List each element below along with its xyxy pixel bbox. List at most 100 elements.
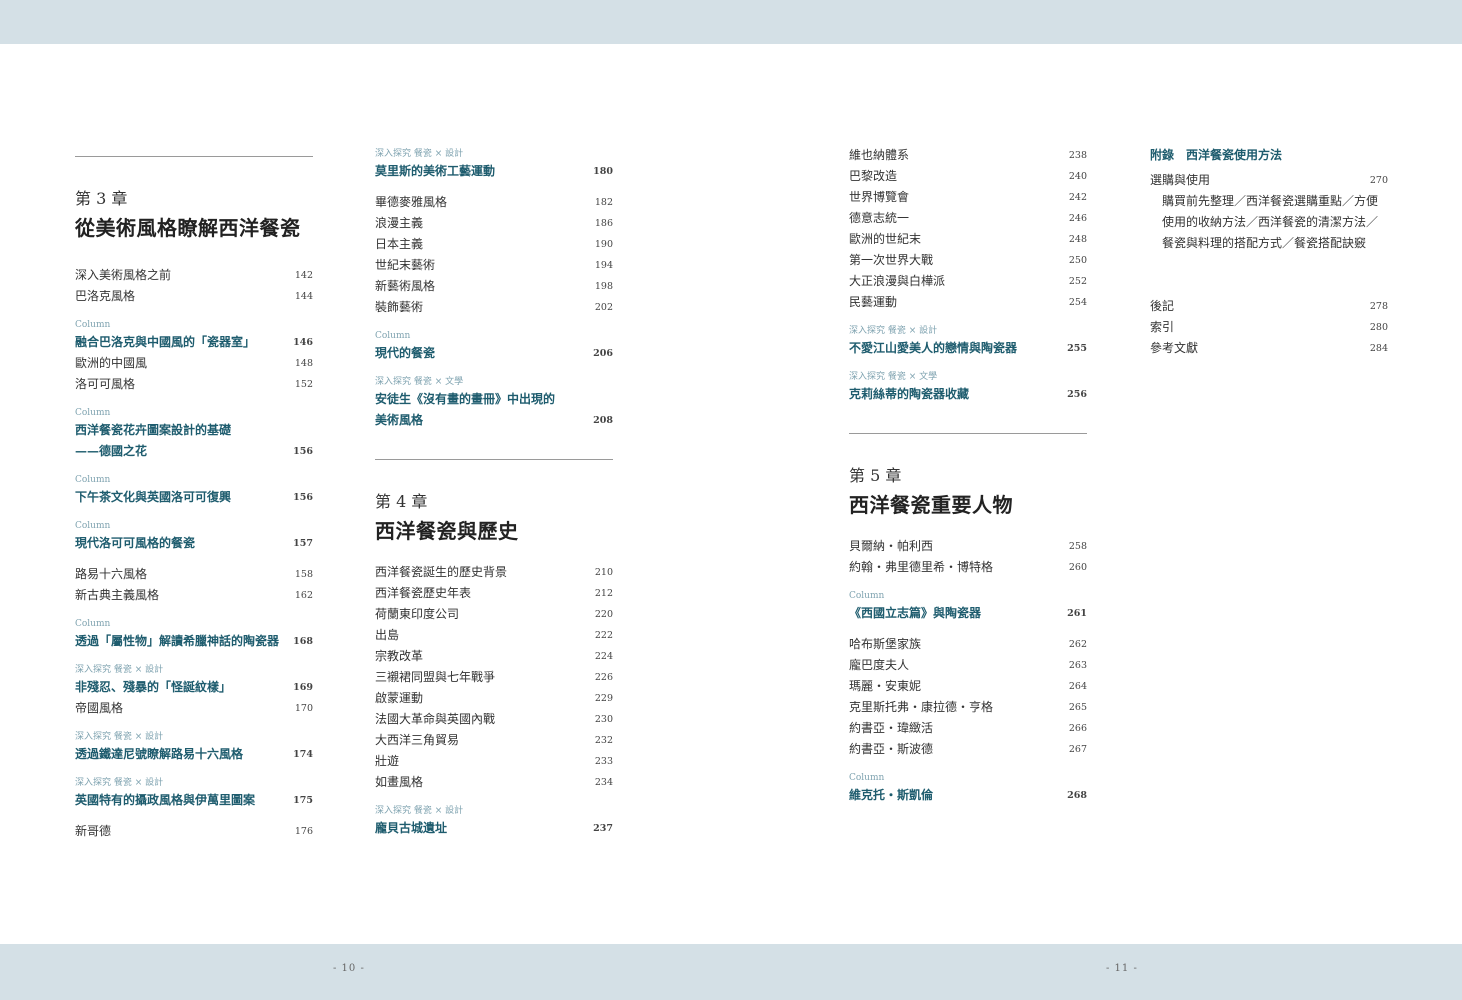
toc-list: 後記 278 索引 280 參考文獻 284 — [1150, 296, 1388, 359]
toc-entry[interactable]: 新藝術風格 198 — [375, 276, 613, 297]
entry-title: 巴黎改造 — [849, 169, 898, 183]
entry-title: 世紀末藝術 — [375, 258, 436, 272]
toc-entry[interactable]: 如畫風格 234 — [375, 772, 613, 793]
page-number: 182 — [594, 197, 613, 208]
entry-title: 莫里斯的美術工藝運動 — [375, 164, 496, 178]
page-number: 212 — [594, 588, 613, 599]
toc-entry[interactable]: 巴黎改造 240 — [849, 166, 1087, 187]
page-number: 142 — [294, 270, 313, 281]
entry-title: 洛可可風格 — [75, 377, 136, 391]
toc-entry[interactable]: 透過「屬性物」解讀希臘神話的陶瓷器 168 — [75, 631, 313, 652]
page-number: 229 — [594, 693, 613, 704]
toc-entry[interactable]: 美術風格 208 — [375, 410, 613, 431]
toc-entry[interactable]: 維克托・斯凱倫 268 — [849, 785, 1087, 806]
page-number: 232 — [594, 735, 613, 746]
entry-title: 克莉絲蒂的陶瓷器收藏 — [849, 387, 970, 401]
toc-entry[interactable]: 浪漫主義 186 — [375, 213, 613, 234]
toc-entry[interactable]: ——德國之花 156 — [75, 441, 313, 462]
toc-entry[interactable]: 維也納體系 238 — [849, 145, 1087, 166]
toc-entry[interactable]: 克莉絲蒂的陶瓷器收藏 256 — [849, 384, 1087, 405]
toc-entry[interactable]: 不愛江山愛美人的戀情與陶瓷器 255 — [849, 338, 1087, 359]
toc-entry[interactable]: 世界博覽會 242 — [849, 187, 1087, 208]
toc-entry[interactable]: 約書亞・瑋緻活 266 — [849, 718, 1087, 739]
toc-entry[interactable]: 啟蒙運動 229 — [375, 688, 613, 709]
toc-entry[interactable]: 宗教改革 224 — [375, 646, 613, 667]
toc-entry[interactable]: 下午茶文化與英國洛可可復興 156 — [75, 487, 313, 508]
page-number: 202 — [594, 302, 613, 313]
toc-entry[interactable]: 荷蘭東印度公司 220 — [375, 604, 613, 625]
entry-title: 出島 — [375, 628, 400, 642]
toc-entry[interactable]: 瑪麗・安東妮 264 — [849, 676, 1087, 697]
toc-entry[interactable]: 壯遊 233 — [375, 751, 613, 772]
toc-entry[interactable]: 現代洛可可風格的餐瓷 157 — [75, 533, 313, 554]
toc-entry[interactable]: 哈布斯堡家族 262 — [849, 634, 1087, 655]
page-number: 262 — [1068, 639, 1087, 650]
toc-entry[interactable]: 巴洛克風格 144 — [75, 286, 313, 307]
toc-entry[interactable]: 新古典主義風格 162 — [75, 585, 313, 606]
toc-entry[interactable]: 英國特有的攝政風格與伊萬里圖案 175 — [75, 790, 313, 811]
toc-entry[interactable]: 德意志統一 246 — [849, 208, 1087, 229]
page-number: 246 — [1068, 213, 1087, 224]
toc-entry[interactable]: 畢德麥雅風格 182 — [375, 192, 613, 213]
entry-title: 深入美術風格之前 — [75, 268, 172, 282]
toc-column-3: 維也納體系 238 巴黎改造 240 世界博覽會 242 德意志統一 246 歐洲的世紀末 248… — [849, 145, 1087, 806]
entry-title: 新哥德 — [75, 824, 112, 838]
page-number: 194 — [594, 260, 613, 271]
entry-title: 約書亞・瑋緻活 — [849, 721, 934, 735]
entry-title: 裝飾藝術 — [375, 300, 424, 314]
entry-title: 帝國風格 — [75, 701, 124, 715]
toc-entry[interactable]: 非殘忍、殘暴的「怪誕紋樣」 169 — [75, 677, 313, 698]
appendix-entry[interactable]: 選購與使用 270 — [1150, 170, 1388, 191]
toc-entry-line1[interactable]: 西洋餐瓷花卉圖案設計的基礎 — [75, 420, 313, 441]
toc-entry[interactable]: 現代的餐瓷 206 — [375, 343, 613, 364]
toc-entry[interactable]: 索引 280 — [1150, 317, 1388, 338]
toc-entry[interactable]: 法國大革命與英國內戰 230 — [375, 709, 613, 730]
toc-entry[interactable]: 世紀末藝術 194 — [375, 255, 613, 276]
toc-entry[interactable]: 民藝運動 254 — [849, 292, 1087, 313]
toc-entry[interactable]: 路易十六風格 158 — [75, 564, 313, 585]
toc-entry[interactable]: 西洋餐瓷誕生的歷史背景 210 — [375, 562, 613, 583]
toc-entry[interactable]: 第一次世界大戰 250 — [849, 250, 1087, 271]
toc-entry[interactable]: 《西國立志篇》與陶瓷器 261 — [849, 603, 1087, 624]
toc-entry[interactable]: 後記 278 — [1150, 296, 1388, 317]
section-label: Column — [849, 773, 885, 783]
toc-entry[interactable]: 龐巴度夫人 263 — [849, 655, 1087, 676]
toc-entry[interactable]: 出島 222 — [375, 625, 613, 646]
toc-entry-line1[interactable]: 安徒生《沒有畫的畫冊》中出現的 — [375, 389, 613, 410]
toc-entry[interactable]: 洛可可風格 152 — [75, 374, 313, 395]
entry-title: 畢德麥雅風格 — [375, 195, 448, 209]
chapter-title: 西洋餐瓷與歷史 — [375, 519, 519, 543]
chapter-number: 第 3 章 — [75, 189, 128, 208]
toc-entry[interactable]: 深入美術風格之前 142 — [75, 265, 313, 286]
page-number: 146 — [293, 337, 313, 348]
entry-title: 維也納體系 — [849, 148, 910, 162]
toc-entry[interactable]: 莫里斯的美術工藝運動 180 — [375, 161, 613, 182]
toc-entry[interactable]: 透過鐵達尼號瞭解路易十六風格 174 — [75, 744, 313, 765]
toc-entry[interactable]: 新哥德 176 — [75, 821, 313, 842]
toc-entry[interactable]: 約翰・弗里德里希・博特格 260 — [849, 557, 1087, 578]
page-number: 210 — [594, 567, 613, 578]
toc-entry[interactable]: 歐洲的中國風 148 — [75, 353, 313, 374]
toc-entry[interactable]: 大正浪漫與白樺派 252 — [849, 271, 1087, 292]
toc-entry[interactable]: 大西洋三角貿易 232 — [375, 730, 613, 751]
toc-entry[interactable]: 克里斯托弗・康拉德・亨格 265 — [849, 697, 1087, 718]
toc-entry[interactable]: 融合巴洛克與中國風的「瓷器室」 146 — [75, 332, 313, 353]
page-number: 248 — [1068, 234, 1087, 245]
entry-title: 克里斯托弗・康拉德・亨格 — [849, 700, 994, 714]
page-number: 233 — [594, 756, 613, 767]
toc-entry[interactable]: 帝國風格 170 — [75, 698, 313, 719]
entry-title: 透過「屬性物」解讀希臘神話的陶瓷器 — [75, 634, 280, 648]
toc-entry[interactable]: 西洋餐瓷歷史年表 212 — [375, 583, 613, 604]
entry-title: 路易十六風格 — [75, 567, 148, 581]
toc-entry[interactable]: 歐洲的世紀末 248 — [849, 229, 1087, 250]
toc-entry[interactable]: 參考文獻 284 — [1150, 338, 1388, 359]
entry-title: 三襯裙同盟與七年戰爭 — [375, 670, 496, 684]
toc-entry[interactable]: 裝飾藝術 202 — [375, 297, 613, 318]
toc-entry[interactable]: 貝爾納・帕利西 258 — [849, 536, 1087, 557]
toc-entry[interactable]: 三襯裙同盟與七年戰爭 226 — [375, 667, 613, 688]
toc-entry[interactable]: 龐貝古城遺址 237 — [375, 818, 613, 839]
entry-title: 日本主義 — [375, 237, 424, 251]
toc-entry[interactable]: 日本主義 190 — [375, 234, 613, 255]
toc-entry[interactable]: 約書亞・斯波德 267 — [849, 739, 1087, 760]
